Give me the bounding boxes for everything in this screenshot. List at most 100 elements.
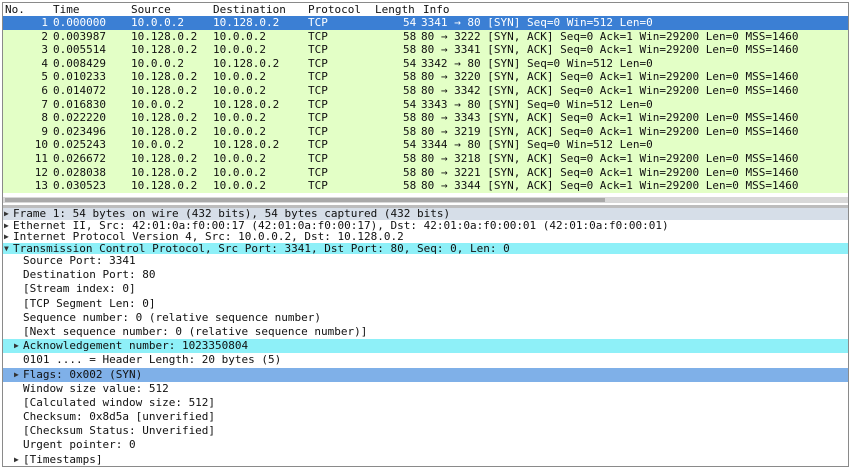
packet-protocol: TCP	[308, 179, 328, 193]
packet-destination: 10.0.0.2	[213, 43, 266, 57]
packet-protocol: TCP	[308, 70, 328, 84]
packet-destination: 10.0.0.2	[213, 84, 266, 98]
expand-arrow-icon[interactable]: ▶	[14, 368, 22, 382]
packet-protocol: TCP	[308, 57, 328, 71]
expand-arrow-icon[interactable]: ▶	[4, 231, 12, 243]
packet-row[interactable]: 60.01407210.128.0.210.0.0.2TCP5880 → 334…	[3, 84, 848, 98]
packet-protocol: TCP	[308, 30, 328, 44]
column-header-length[interactable]: Length	[375, 3, 415, 16]
packet-row[interactable]: 90.02349610.128.0.210.0.0.2TCP5880 → 321…	[3, 125, 848, 139]
packet-length: 58	[403, 179, 416, 193]
packet-destination: 10.128.0.2	[213, 138, 279, 152]
packet-length: 54	[403, 57, 416, 71]
column-header-no[interactable]: No.	[5, 3, 25, 16]
field-segment-len[interactable]: [TCP Segment Len: 0]	[3, 297, 848, 311]
packet-row[interactable]: 20.00398710.128.0.210.0.0.2TCP5880 → 322…	[3, 30, 848, 44]
packet-no: 11	[3, 152, 48, 166]
packet-protocol: TCP	[308, 111, 328, 125]
packet-source: 10.128.0.2	[131, 179, 197, 193]
packet-time: 0.023496	[53, 125, 106, 139]
field-flags[interactable]: ▶ Flags: 0x002 (SYN)	[3, 368, 848, 382]
field-checksum[interactable]: Checksum: 0x8d5a [unverified]	[3, 410, 848, 424]
packet-destination: 10.0.0.2	[213, 70, 266, 84]
field-urgent-pointer[interactable]: Urgent pointer: 0	[3, 438, 848, 452]
packet-info: 3342 → 80 [SYN] Seq=0 Win=512 Len=0	[421, 57, 653, 71]
packet-info: 80 → 3341 [SYN, ACK] Seq=0 Ack=1 Win=292…	[421, 43, 799, 57]
field-window-size[interactable]: Window size value: 512	[3, 382, 848, 396]
packet-no: 7	[3, 98, 48, 112]
packet-info: 80 → 3218 [SYN, ACK] Seq=0 Ack=1 Win=292…	[421, 152, 799, 166]
field-stream-index[interactable]: [Stream index: 0]	[3, 282, 848, 296]
packet-protocol: TCP	[308, 16, 328, 30]
packet-row[interactable]: 100.02524310.0.0.210.128.0.2TCP543344 → …	[3, 138, 848, 152]
packet-info: 80 → 3222 [SYN, ACK] Seq=0 Ack=1 Win=292…	[421, 30, 799, 44]
packet-source: 10.0.0.2	[131, 16, 184, 30]
packet-no: 13	[3, 179, 48, 193]
packet-row[interactable]: 130.03052310.128.0.210.0.0.2TCP5880 → 33…	[3, 179, 848, 193]
packet-length: 58	[403, 43, 416, 57]
packet-no: 2	[3, 30, 48, 44]
packet-length: 58	[403, 84, 416, 98]
field-timestamps[interactable]: ▶ [Timestamps]	[3, 453, 848, 467]
packet-source: 10.0.0.2	[131, 98, 184, 112]
packet-source: 10.128.0.2	[131, 111, 197, 125]
packet-time: 0.028038	[53, 166, 106, 180]
column-header-info[interactable]: Info	[423, 3, 450, 16]
packet-row[interactable]: 120.02803810.128.0.210.0.0.2TCP5880 → 32…	[3, 166, 848, 180]
packet-row[interactable]: 80.02222010.128.0.210.0.0.2TCP5880 → 334…	[3, 111, 848, 125]
collapse-arrow-icon[interactable]: ▼	[4, 243, 12, 255]
packet-protocol: TCP	[308, 43, 328, 57]
field-sequence-number[interactable]: Sequence number: 0 (relative sequence nu…	[3, 311, 848, 325]
expand-arrow-icon[interactable]: ▶	[4, 220, 12, 232]
packet-source: 10.128.0.2	[131, 125, 197, 139]
packet-destination: 10.128.0.2	[213, 57, 279, 71]
packet-info: 80 → 3343 [SYN, ACK] Seq=0 Ack=1 Win=292…	[421, 111, 799, 125]
expand-arrow-icon[interactable]: ▶	[4, 208, 12, 220]
column-header-source[interactable]: Source	[131, 3, 171, 16]
packet-row[interactable]: 50.01023310.128.0.210.0.0.2TCP5880 → 322…	[3, 70, 848, 84]
column-header-protocol[interactable]: Protocol	[308, 3, 361, 16]
field-calculated-window-size[interactable]: [Calculated window size: 512]	[3, 396, 848, 410]
packet-length: 54	[403, 16, 416, 30]
packet-destination: 10.0.0.2	[213, 166, 266, 180]
packet-time: 0.010233	[53, 70, 106, 84]
packet-no: 3	[3, 43, 48, 57]
packet-info: 80 → 3344 [SYN, ACK] Seq=0 Ack=1 Win=292…	[421, 179, 799, 193]
packet-no: 1	[3, 16, 48, 30]
field-next-sequence-number[interactable]: [Next sequence number: 0 (relative seque…	[3, 325, 848, 339]
field-checksum-status[interactable]: [Checksum Status: Unverified]	[3, 424, 848, 438]
field-header-length[interactable]: 0101 .... = Header Length: 20 bytes (5)	[3, 353, 848, 367]
packet-length: 58	[403, 166, 416, 180]
packet-row[interactable]: 70.01683010.0.0.210.128.0.2TCP543343 → 8…	[3, 98, 848, 112]
packet-row[interactable]: 3 0.005514 10.128.0.2 10.0.0.2 TCP 58 80 → 334…	[3, 43, 848, 57]
packet-no: 8	[3, 111, 48, 125]
packet-row[interactable]: 40.00842910.0.0.210.128.0.2TCP543342 → 8…	[3, 57, 848, 71]
packet-protocol: TCP	[308, 166, 328, 180]
column-header-destination[interactable]: Destination	[213, 3, 286, 16]
expand-arrow-icon[interactable]: ▶	[14, 339, 22, 353]
packet-source: 10.128.0.2	[131, 43, 197, 57]
field-source-port[interactable]: Source Port: 3341	[3, 254, 848, 268]
tree-ip[interactable]: ▶ Internet Protocol Version 4, Src: 10.0…	[3, 231, 848, 243]
packet-no: 9	[3, 125, 48, 139]
tree-tcp[interactable]: ▼ Transmission Control Protocol, Src Por…	[3, 243, 848, 255]
packet-info: 80 → 3221 [SYN, ACK] Seq=0 Ack=1 Win=292…	[421, 166, 799, 180]
packet-source: 10.0.0.2	[131, 138, 184, 152]
packet-destination: 10.128.0.2	[213, 16, 279, 30]
field-destination-port[interactable]: Destination Port: 80	[3, 268, 848, 282]
expand-arrow-icon[interactable]: ▶	[14, 453, 22, 467]
packet-row[interactable]: 110.02667210.128.0.210.0.0.2TCP5880 → 32…	[3, 152, 848, 166]
packet-length: 58	[403, 111, 416, 125]
field-acknowledgement-number[interactable]: ▶ Acknowledgement number: 1023350804	[3, 339, 848, 353]
packet-time: 0.005514	[53, 43, 106, 57]
scrollbar-thumb[interactable]	[5, 198, 605, 202]
packet-source: 10.128.0.2	[131, 70, 197, 84]
packet-row[interactable]: 10.00000010.0.0.210.128.0.2TCP543341 → 8…	[3, 16, 848, 30]
packet-time: 0.008429	[53, 57, 106, 71]
packet-no: 5	[3, 70, 48, 84]
tree-frame[interactable]: ▶ Frame 1: 54 bytes on wire (432 bits), …	[3, 208, 848, 220]
packet-no: 6	[3, 84, 48, 98]
column-header-time[interactable]: Time	[53, 3, 80, 16]
packet-destination: 10.0.0.2	[213, 125, 266, 139]
packet-protocol: TCP	[308, 125, 328, 139]
